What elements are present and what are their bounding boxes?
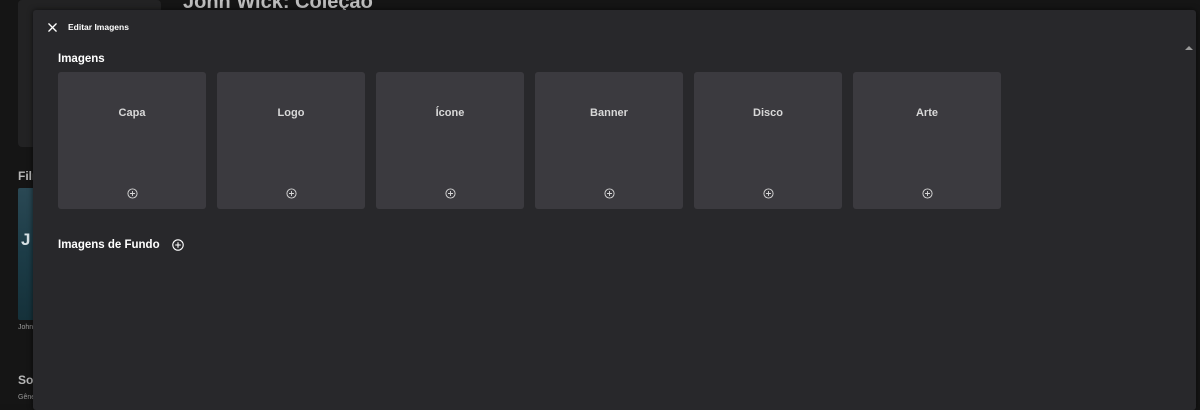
tile-label: Banner — [590, 107, 628, 119]
add-circle-icon[interactable] — [445, 188, 456, 199]
tile-label: Capa — [118, 107, 146, 119]
tile-capa[interactable]: Capa — [58, 72, 206, 209]
scroll-up-caret-icon[interactable] — [1185, 45, 1193, 51]
add-backdrop-icon[interactable] — [172, 239, 184, 251]
tile-label: Arte — [915, 107, 938, 119]
edit-images-dialog: Editar Imagens Imagens Capa Logo Ícone B… — [33, 10, 1196, 410]
add-circle-icon[interactable] — [286, 188, 297, 199]
tile-label: Ícone — [435, 107, 465, 119]
background-poster-caption: John — [18, 324, 34, 331]
dialog-title: Editar Imagens — [68, 22, 129, 32]
add-circle-icon[interactable] — [127, 188, 138, 199]
add-circle-icon[interactable] — [763, 188, 774, 199]
tile-banner[interactable]: Banner — [535, 72, 683, 209]
tile-logo[interactable]: Logo — [217, 72, 365, 209]
tile-arte[interactable]: Arte — [853, 72, 1001, 209]
add-circle-icon[interactable] — [922, 188, 933, 199]
tile-icone[interactable]: Ícone — [376, 72, 524, 209]
add-circle-icon[interactable] — [604, 188, 615, 199]
tile-label: Logo — [277, 107, 305, 119]
tile-label: Disco — [753, 107, 783, 119]
backdrops-section-title: Imagens de Fundo — [58, 239, 160, 251]
background-poster-letter: J — [21, 230, 31, 249]
images-section-title: Imagens — [58, 53, 105, 65]
tile-disco[interactable]: Disco — [694, 72, 842, 209]
dialog-header: Editar Imagens — [33, 10, 1196, 46]
close-button[interactable] — [44, 19, 60, 35]
close-icon — [47, 22, 57, 32]
image-type-tiles: Capa Logo Ícone Banner Disco Arte — [58, 72, 1001, 209]
